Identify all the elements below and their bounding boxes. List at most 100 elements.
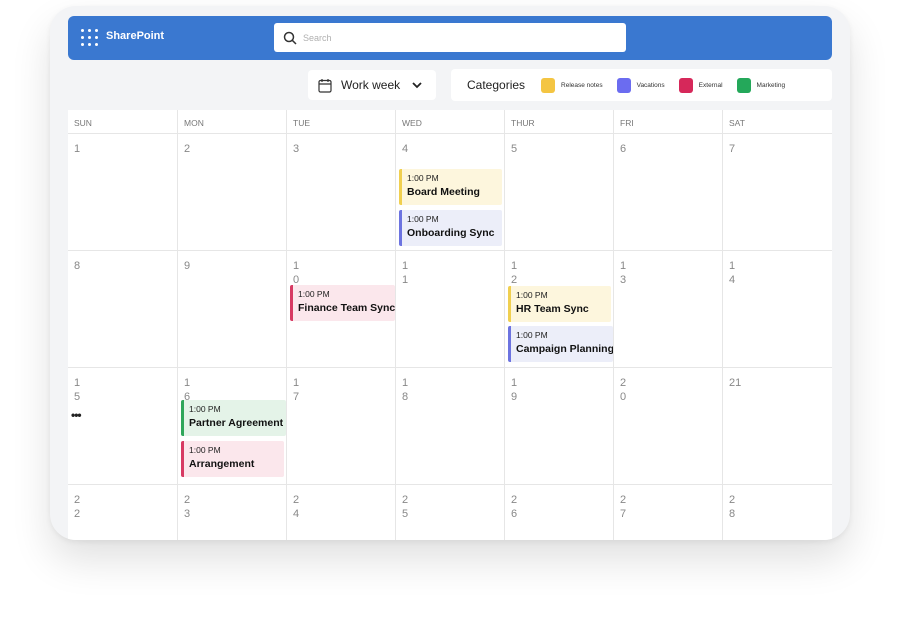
more-events-icon[interactable]: ••• [71,408,82,422]
app-title[interactable]: SharePoint [106,30,164,42]
day-number: 14 [729,260,736,286]
day-cell[interactable]: 18 [396,368,505,485]
event-title: HR Team Sync [516,303,589,315]
event-card[interactable]: 1:00 PM Onboarding Sync [399,210,502,246]
day-cell[interactable]: 13 [614,251,723,368]
day-number: 8 [74,260,81,272]
day-number: 21 [729,377,742,389]
category-marketing[interactable]: Marketing [736,77,786,93]
category-label: Release notes [561,81,603,89]
day-cell[interactable]: 14 [723,251,832,368]
search-icon [283,31,297,45]
weekday-header: MON [178,110,287,134]
event-card[interactable]: 1:00 PM HR Team Sync [508,286,611,322]
event-card[interactable]: 1:00 PM Campaign Planning [508,326,613,362]
category-swatch [616,77,631,93]
view-selector[interactable]: Work week [308,70,436,100]
app-launcher-icon[interactable] [80,28,100,48]
day-cell[interactable]: 1 [68,134,178,251]
day-cell[interactable]: 8 [68,251,178,368]
event-time: 1:00 PM [407,214,439,224]
day-number: 4 [402,143,409,155]
categories-legend: Categories Release notes Vacations Exter… [451,69,832,101]
category-release-notes[interactable]: Release notes [541,77,603,93]
day-number: 26 [511,494,518,520]
day-cell[interactable]: 22 [68,485,178,540]
weekday-header: FRI [614,110,723,134]
day-number: 19 [511,377,518,403]
day-number: 6 [620,143,627,155]
category-vacations[interactable]: Vacations [616,77,665,93]
day-cell[interactable]: 24 [287,485,396,540]
category-external[interactable]: External [678,77,723,93]
day-cell[interactable]: 27 [614,485,723,540]
day-number: 9 [184,260,191,272]
day-cell[interactable]: 2 [178,134,287,251]
search-input[interactable] [303,32,603,43]
view-label: Work week [341,78,401,92]
search-box[interactable] [274,23,626,52]
day-number: 18 [402,377,409,403]
weekday-header: THUR [505,110,614,134]
category-label: Vacations [636,81,665,89]
day-number: 20 [620,377,627,403]
day-cell[interactable]: 20 [614,368,723,485]
day-number: 24 [293,494,300,520]
event-title: Partner Agreement [189,417,284,429]
day-cell[interactable]: 15 ••• [68,368,178,485]
day-cell[interactable]: 26 [505,485,614,540]
event-time: 1:00 PM [407,173,439,183]
category-label: Marketing [756,81,786,89]
event-title: Board Meeting [407,186,480,198]
day-cell[interactable]: 9 [178,251,287,368]
event-title: Finance Team Sync [298,302,395,314]
day-number: 7 [729,143,736,155]
day-cell[interactable]: 21 [723,368,832,485]
event-card[interactable]: 1:00 PM Partner Agreement [181,400,286,436]
day-cell[interactable]: 7 [723,134,832,251]
event-time: 1:00 PM [516,330,548,340]
event-card[interactable]: 1:00 PM Arrangement [181,441,284,477]
day-number: 2 [184,143,191,155]
chevron-down-icon [412,81,422,88]
day-cell[interactable]: 5 [505,134,614,251]
categories-title: Categories [467,78,526,92]
day-number: 13 [620,260,627,286]
event-title: Arrangement [189,458,255,470]
day-cell[interactable]: 25 [396,485,505,540]
event-card[interactable]: 1:00 PM Board Meeting [399,169,502,205]
day-cell[interactable]: 3 [287,134,396,251]
weekday-header: TUE [287,110,396,134]
day-cell[interactable]: 17 [287,368,396,485]
day-cell[interactable]: 6 [614,134,723,251]
day-number: 15 [74,377,81,403]
event-time: 1:00 PM [189,445,221,455]
calendar-icon [318,78,332,93]
weekday-header: SAT [723,110,832,134]
day-number: 23 [184,494,191,520]
day-number: 27 [620,494,627,520]
event-title: Onboarding Sync [407,227,495,239]
day-number: 10 [293,260,300,286]
app-frame: SharePoint Work week Categories Release … [50,6,850,540]
day-cell[interactable]: 19 [505,368,614,485]
weekday-header: SUN [68,110,178,134]
category-label: External [698,81,723,89]
day-cell[interactable]: 23 [178,485,287,540]
day-cell[interactable]: 28 [723,485,832,540]
day-number: 1 [74,143,81,155]
event-title: Campaign Planning [516,343,613,355]
event-time: 1:00 PM [516,290,548,300]
top-bar: SharePoint [68,16,832,60]
event-card[interactable]: 1:00 PM Finance Team Sync [290,285,395,321]
day-cell[interactable]: 11 [396,251,505,368]
weekday-header: WED [396,110,505,134]
day-number: 17 [293,377,300,403]
day-number: 11 [402,260,409,286]
category-swatch [736,77,751,93]
day-number: 25 [402,494,409,520]
category-swatch [541,77,556,93]
event-time: 1:00 PM [189,404,221,414]
event-time: 1:00 PM [298,289,330,299]
day-number: 12 [511,260,518,286]
